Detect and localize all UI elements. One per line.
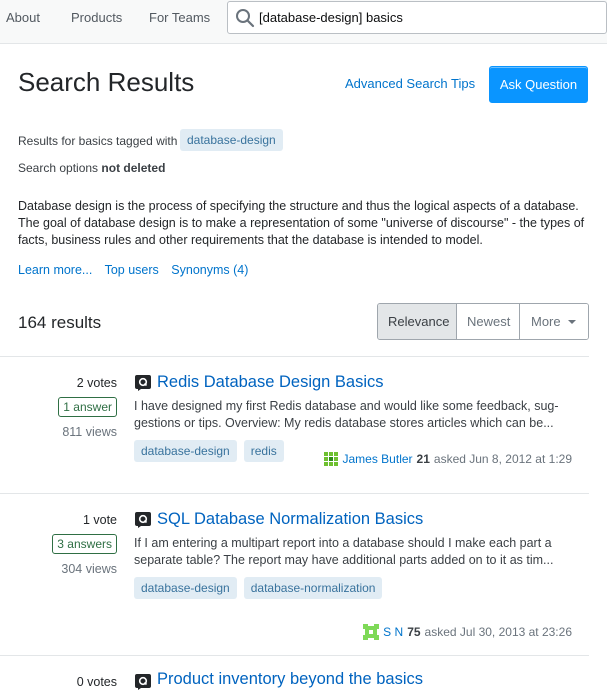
vote-count: 0 votes bbox=[76, 675, 117, 689]
asked-time: asked Jul 30, 2013 at 23:26 bbox=[424, 625, 572, 639]
asked-time: asked Jun 8, 2012 at 1:29 bbox=[433, 452, 572, 466]
question-title-link[interactable]: SQL Database Normalization Basics bbox=[157, 510, 423, 529]
nav-products[interactable]: Products bbox=[71, 10, 122, 25]
question-title-link[interactable]: Redis Database Design Basics bbox=[157, 373, 384, 392]
result-stats: 0 votes bbox=[0, 675, 117, 689]
tag-links: Learn more... Top users Synonyms (4) bbox=[18, 263, 257, 277]
top-users-link[interactable]: Top users bbox=[105, 263, 159, 277]
user-card: James Butler 21 asked Jun 8, 2012 at 1:2… bbox=[322, 451, 572, 467]
nav-for-teams[interactable]: For Teams bbox=[149, 10, 210, 25]
avatar bbox=[322, 451, 339, 467]
chevron-down-icon bbox=[567, 319, 576, 324]
ask-question-button[interactable]: Ask Question bbox=[489, 66, 588, 103]
divider bbox=[0, 655, 589, 656]
advanced-search-tips-link[interactable]: Advanced Search Tips bbox=[345, 76, 475, 91]
sort-more-button[interactable]: More bbox=[520, 304, 588, 339]
question-icon bbox=[135, 375, 151, 391]
excerpt-line: separate table? The report may have addi… bbox=[134, 553, 554, 567]
sort-more-label: More bbox=[531, 314, 561, 329]
nav-about[interactable]: About bbox=[6, 10, 40, 25]
question-title-link[interactable]: Product inventory beyond the basics bbox=[157, 670, 423, 689]
answer-count: 3 answers bbox=[52, 534, 117, 554]
result-count: 164 results bbox=[18, 313, 102, 332]
excerpt-line: I have designed my first Redis database … bbox=[134, 399, 559, 413]
user-card: S N 75 asked Jul 30, 2013 at 23:26 bbox=[363, 624, 572, 640]
tag-database-normalization[interactable]: database-normalization bbox=[243, 577, 383, 599]
sort-relevance-button[interactable]: Relevance bbox=[378, 304, 457, 339]
question-tags: database-design database-normalization bbox=[134, 577, 383, 599]
avatar bbox=[363, 624, 380, 640]
result-stats: 1 vote 3 answers 304 views bbox=[0, 513, 117, 576]
tag-database-design[interactable]: database-design bbox=[134, 440, 237, 462]
search-box bbox=[227, 1, 607, 34]
sort-newest-button[interactable]: Newest bbox=[457, 304, 520, 339]
question-tags: database-design redis bbox=[134, 440, 284, 462]
search-options: Search options not deleted bbox=[18, 161, 165, 175]
question-excerpt: If I am entering a multipart report into… bbox=[134, 535, 574, 569]
sort-button-group: Relevance Newest More bbox=[377, 303, 589, 340]
vote-count: 1 vote bbox=[82, 513, 117, 527]
tag-excerpt: Database design is the process of specif… bbox=[18, 199, 585, 247]
user-name-link[interactable]: S N bbox=[383, 625, 403, 639]
user-reputation: 75 bbox=[407, 625, 421, 639]
excerpt-line: If I am entering a multipart report into… bbox=[134, 536, 552, 550]
divider bbox=[0, 493, 589, 494]
question-excerpt: I have designed my first Redis database … bbox=[134, 398, 574, 432]
user-name-link[interactable]: James Butler bbox=[343, 452, 413, 466]
vote-count: 2 votes bbox=[76, 376, 117, 390]
tag-database-design[interactable]: database-design bbox=[134, 577, 237, 599]
search-icon bbox=[236, 9, 255, 28]
divider bbox=[0, 356, 589, 357]
top-bar: About Products For Teams bbox=[0, 0, 607, 44]
page-title: Search Results bbox=[18, 67, 195, 97]
synonyms-link[interactable]: Synonyms (4) bbox=[171, 263, 248, 277]
tag-database-design[interactable]: database-design bbox=[180, 129, 283, 151]
result-stats: 2 votes 1 answer 811 views bbox=[0, 376, 117, 439]
question-icon bbox=[135, 674, 151, 690]
view-count: 811 views bbox=[62, 425, 117, 439]
search-options-label: Search options bbox=[18, 161, 99, 175]
search-input[interactable] bbox=[259, 2, 599, 33]
answer-count: 1 answer bbox=[58, 397, 117, 417]
learn-more-link[interactable]: Learn more... bbox=[18, 263, 92, 277]
results-for-text: Results for basics tagged with bbox=[18, 134, 178, 148]
tag-redis[interactable]: redis bbox=[243, 440, 284, 462]
excerpt-line: gestions or tips. Overview: My redis dat… bbox=[134, 416, 554, 430]
search-options-value: not deleted bbox=[101, 161, 166, 175]
view-count: 304 views bbox=[61, 562, 117, 576]
question-icon bbox=[135, 512, 151, 528]
user-reputation: 21 bbox=[416, 452, 430, 466]
